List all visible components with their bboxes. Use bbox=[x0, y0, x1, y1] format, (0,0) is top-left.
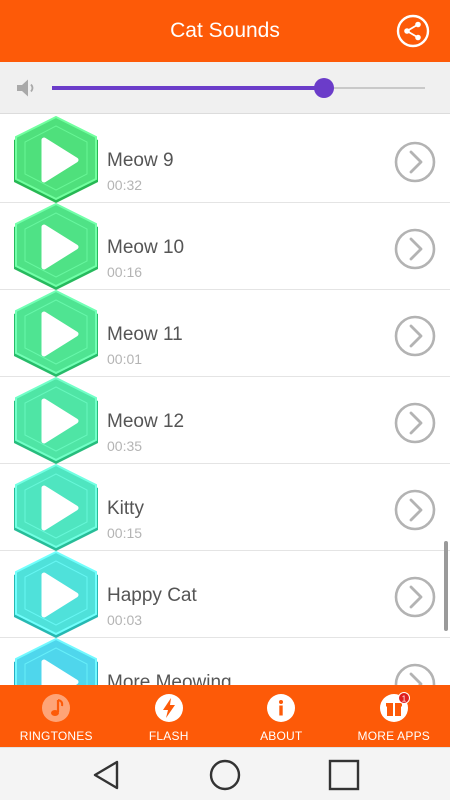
play-button-icon[interactable] bbox=[8, 377, 104, 465]
chevron-right-icon[interactable] bbox=[393, 488, 437, 532]
volume-icon bbox=[17, 79, 34, 97]
slider-fill bbox=[52, 86, 325, 90]
app-title: Cat Sounds bbox=[170, 19, 280, 42]
play-button-icon[interactable] bbox=[8, 116, 104, 204]
tab-label: ABOUT bbox=[260, 729, 303, 743]
sound-name: Meow 11 bbox=[107, 324, 183, 345]
slider-thumb[interactable] bbox=[314, 78, 335, 98]
sound-duration: 00:16 bbox=[107, 264, 143, 280]
tab-flash[interactable]: FLASH bbox=[113, 685, 226, 747]
app-bar: Cat Sounds bbox=[0, 0, 450, 62]
sound-name: Happy Cat bbox=[107, 585, 197, 606]
sound-list-item[interactable]: Meow 9 00:32 bbox=[0, 116, 450, 203]
sound-duration: 00:15 bbox=[107, 525, 143, 541]
play-button-icon[interactable] bbox=[8, 290, 104, 378]
home-icon[interactable] bbox=[208, 758, 242, 792]
sound-list-item[interactable]: Meow 12 00:35 bbox=[0, 377, 450, 464]
recents-icon[interactable] bbox=[327, 758, 361, 792]
svg-text:1: 1 bbox=[402, 694, 407, 703]
sound-duration: 00:32 bbox=[107, 177, 143, 193]
tab-ringtones[interactable]: RINGTONES bbox=[0, 685, 113, 747]
volume-slider[interactable] bbox=[52, 78, 425, 98]
sound-list-item[interactable]: Meow 10 00:16 bbox=[0, 203, 450, 290]
gift-icon: 1 bbox=[379, 692, 410, 722]
sound-name: Meow 10 bbox=[107, 237, 185, 258]
chevron-right-icon[interactable] bbox=[393, 401, 437, 445]
tab-label: FLASH bbox=[148, 729, 189, 743]
play-button-icon[interactable] bbox=[8, 464, 104, 552]
chevron-right-icon[interactable] bbox=[393, 575, 437, 619]
play-button-icon[interactable] bbox=[8, 551, 104, 639]
system-navigation-bar bbox=[0, 747, 450, 800]
bottom-tab-bar: RINGTONES FLASH ABOUT 1 MORE APPS bbox=[0, 685, 450, 747]
sound-name: Meow 9 bbox=[107, 150, 174, 171]
play-button-icon[interactable] bbox=[8, 638, 104, 685]
chevron-right-icon[interactable] bbox=[393, 140, 437, 184]
sound-name: More Meowing bbox=[107, 672, 232, 685]
app-root: Cat Sounds Meow 9 00:32 Meow 10 00:16 Me… bbox=[0, 0, 450, 800]
tab-more-apps[interactable]: 1 MORE APPS bbox=[338, 685, 450, 747]
sound-list-item[interactable]: Happy Cat 00:03 bbox=[0, 551, 450, 638]
volume-bar bbox=[0, 62, 450, 114]
sound-duration: 00:03 bbox=[107, 612, 143, 628]
sound-list[interactable]: Meow 9 00:32 Meow 10 00:16 Meow 11 00:01 bbox=[0, 115, 450, 685]
share-icon[interactable] bbox=[396, 14, 430, 48]
tab-about[interactable]: ABOUT bbox=[225, 685, 338, 747]
sound-name: Kitty bbox=[107, 498, 144, 519]
tab-label: MORE APPS bbox=[357, 729, 430, 743]
sound-duration: 00:01 bbox=[107, 351, 143, 367]
chevron-right-icon[interactable] bbox=[393, 662, 437, 685]
play-button-icon[interactable] bbox=[8, 203, 104, 291]
info-icon bbox=[267, 694, 296, 722]
scrollbar[interactable] bbox=[444, 541, 448, 631]
tab-label: RINGTONES bbox=[19, 729, 93, 743]
chevron-right-icon[interactable] bbox=[393, 314, 437, 358]
back-icon[interactable] bbox=[90, 758, 124, 792]
sound-list-items: Meow 9 00:32 Meow 10 00:16 Meow 11 00:01 bbox=[0, 116, 450, 685]
sound-list-item[interactable]: More Meowing bbox=[0, 638, 450, 685]
sound-list-item[interactable]: Meow 11 00:01 bbox=[0, 290, 450, 377]
sound-list-item[interactable]: Kitty 00:15 bbox=[0, 464, 450, 551]
music-note-icon bbox=[42, 694, 71, 722]
notification-badge: 1 bbox=[397, 692, 410, 704]
chevron-right-icon[interactable] bbox=[393, 227, 437, 271]
sound-duration: 00:35 bbox=[107, 438, 143, 454]
sound-name: Meow 12 bbox=[107, 411, 185, 432]
flash-icon bbox=[154, 694, 183, 722]
